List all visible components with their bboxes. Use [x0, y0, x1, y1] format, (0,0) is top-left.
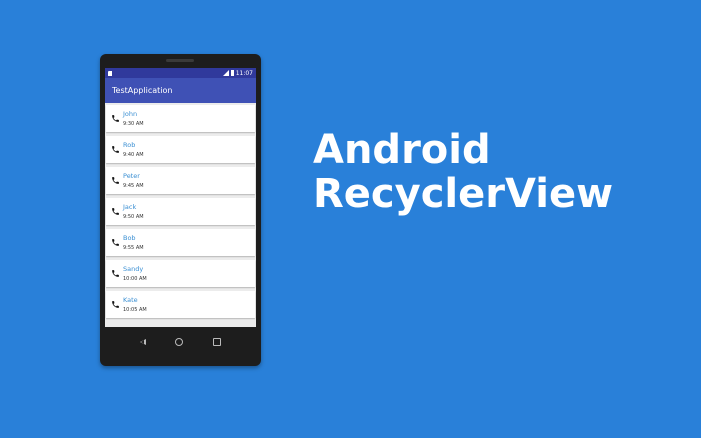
contact-text: John 9:30 AM [123, 110, 144, 128]
contact-time: 9:30 AM [123, 120, 144, 127]
phone-icon [111, 207, 120, 216]
contact-time: 9:50 AM [123, 213, 144, 220]
phone-speaker [166, 59, 194, 62]
signal-icon [222, 70, 229, 76]
contact-time: 9:55 AM [123, 244, 144, 251]
app-bar: TestApplication [105, 78, 256, 103]
contact-name: Kate [123, 295, 138, 304]
status-bar: 11:07 [105, 68, 256, 78]
contact-time: 9:40 AM [123, 151, 144, 158]
status-left [108, 70, 112, 76]
contact-text: Peter 9:45 AM [123, 172, 144, 190]
contact-card[interactable]: Bob 9:55 AM [106, 229, 255, 256]
headline: Android RecyclerView [313, 128, 613, 216]
phone-icon [111, 238, 120, 247]
contact-card[interactable]: Kate 10:05 AM [106, 291, 255, 318]
status-right: 11:07 [222, 69, 253, 77]
phone-icon [111, 114, 120, 123]
contact-card[interactable]: Sandy 10:00 AM [106, 260, 255, 287]
contact-name: Jack [123, 202, 137, 211]
phone-icon [111, 300, 120, 309]
recent-apps-icon[interactable] [213, 338, 222, 346]
contact-name: Bob [123, 233, 136, 242]
contact-time: 9:45 AM [123, 182, 144, 189]
contact-card[interactable]: Jack 9:50 AM [106, 198, 255, 225]
phone-icon [111, 269, 120, 278]
navigation-bar [105, 327, 256, 357]
contact-text: Rob 9:40 AM [123, 141, 144, 159]
contact-time: 10:05 AM [123, 306, 147, 313]
contact-text: Bob 9:55 AM [123, 234, 144, 252]
headline-line-1: Android [313, 127, 491, 173]
contact-time: 10:00 AM [123, 275, 147, 282]
headline-line-2: RecyclerView [313, 171, 614, 217]
contact-name: John [123, 109, 138, 118]
battery-icon [230, 70, 234, 76]
contact-card[interactable]: Peter 9:45 AM [106, 167, 255, 194]
contact-text: Kate 10:05 AM [123, 296, 147, 314]
back-icon[interactable] [139, 339, 146, 345]
contact-text: Sandy 10:00 AM [123, 265, 147, 283]
contact-list[interactable]: John 9:30 AM Rob 9:40 AM Peter 9:45 AM J… [105, 103, 256, 318]
contact-name: Sandy [123, 264, 144, 273]
status-time: 11:07 [235, 69, 253, 77]
phone-icon [111, 145, 120, 154]
contact-card[interactable]: John 9:30 AM [106, 105, 255, 132]
phone-screen: 11:07 TestApplication John 9:30 AM Rob 9… [105, 68, 256, 327]
phone-mockup: 11:07 TestApplication John 9:30 AM Rob 9… [100, 54, 261, 366]
home-icon[interactable] [175, 338, 184, 346]
contact-name: Rob [123, 140, 136, 149]
contact-card[interactable]: Rob 9:40 AM [106, 136, 255, 163]
contact-name: Peter [123, 171, 140, 180]
contact-text: Jack 9:50 AM [123, 203, 144, 221]
app-title: TestApplication [112, 86, 173, 95]
sd-card-icon [108, 70, 112, 76]
phone-icon [111, 176, 120, 185]
